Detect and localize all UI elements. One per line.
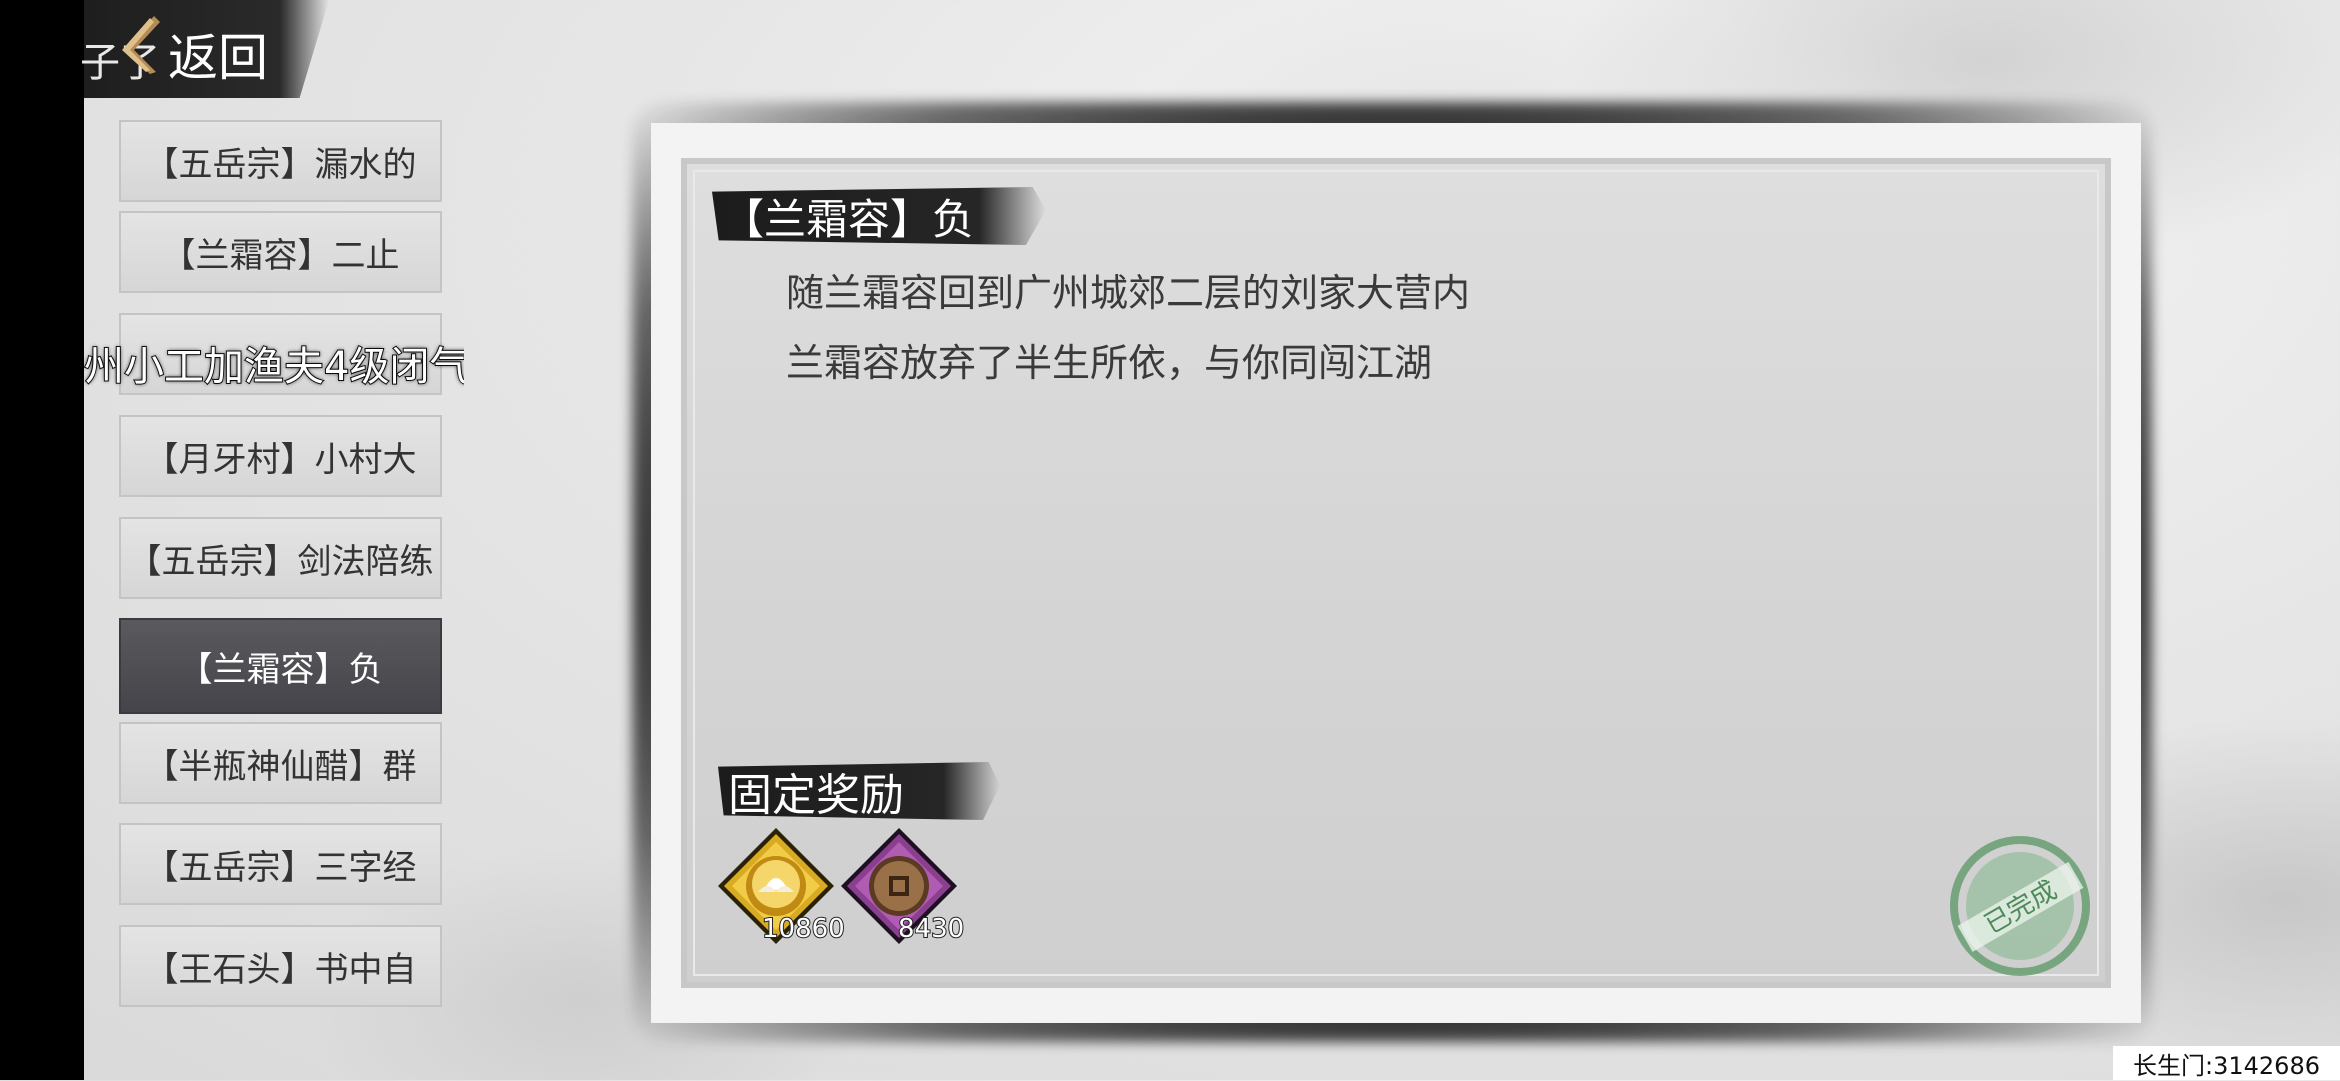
quest-item-label: 【五岳宗】三字经 bbox=[144, 847, 417, 888]
quest-description-line: 随兰霜容回到广州城郊二层的刘家大营内 bbox=[786, 271, 1471, 315]
reward-count: 8430 bbox=[897, 913, 965, 945]
back-button[interactable]: 返回 bbox=[168, 18, 268, 90]
quest-title-text: 【兰霜容】负 bbox=[722, 194, 975, 244]
quest-list-item[interactable]: 【五岳宗】三字经 bbox=[119, 823, 442, 905]
quest-list-item-active[interactable]: 【兰霜容】负 bbox=[119, 618, 442, 714]
reward-count: 10860 bbox=[761, 913, 846, 945]
quest-item-label: 【半瓶神仙醋】群 bbox=[144, 746, 417, 787]
quest-list-item[interactable]: 【兰霜容】二止 bbox=[119, 211, 442, 293]
quest-title: 【兰霜容】负 bbox=[712, 187, 1046, 245]
quest-list-item[interactable]: 【五岳宗】漏水的 bbox=[119, 120, 442, 202]
quest-list-item[interactable]: 【王石头】书中自 bbox=[119, 925, 442, 1007]
reward-heading-text: 固定奖励 bbox=[728, 770, 904, 821]
completed-stamp-icon: 已完成 bbox=[1950, 836, 2090, 976]
quest-list-item[interactable]: 【五岳宗】剑法陪练 bbox=[119, 517, 442, 599]
quest-list-item[interactable]: 【月牙村】小村大 bbox=[119, 415, 442, 497]
left-black-border bbox=[0, 0, 84, 1080]
quest-item-label: 【月牙村】小村大 bbox=[144, 439, 417, 480]
quest-item-label: 【兰霜容】负 bbox=[178, 649, 383, 690]
server-label: 长生门:3142686 bbox=[2113, 1046, 2340, 1080]
back-arrow-icon[interactable] bbox=[120, 14, 162, 76]
quest-item-label: 【五岳宗】剑法陪练 bbox=[127, 541, 434, 582]
quest-item-label: 【兰霜容】二止 bbox=[161, 235, 400, 276]
overlay-notification-text: 州小工加渔夫4级闭气 bbox=[84, 343, 464, 390]
quest-description-line: 兰霜容放弃了半生所依，与你同闯江湖 bbox=[786, 341, 1433, 385]
reward-heading: 固定奖励 bbox=[718, 762, 1000, 820]
quest-list-item[interactable]: 【半瓶神仙醋】群 bbox=[119, 722, 442, 804]
quest-item-label: 【五岳宗】漏水的 bbox=[144, 144, 417, 185]
quest-item-label: 【王石头】书中自 bbox=[144, 949, 417, 990]
